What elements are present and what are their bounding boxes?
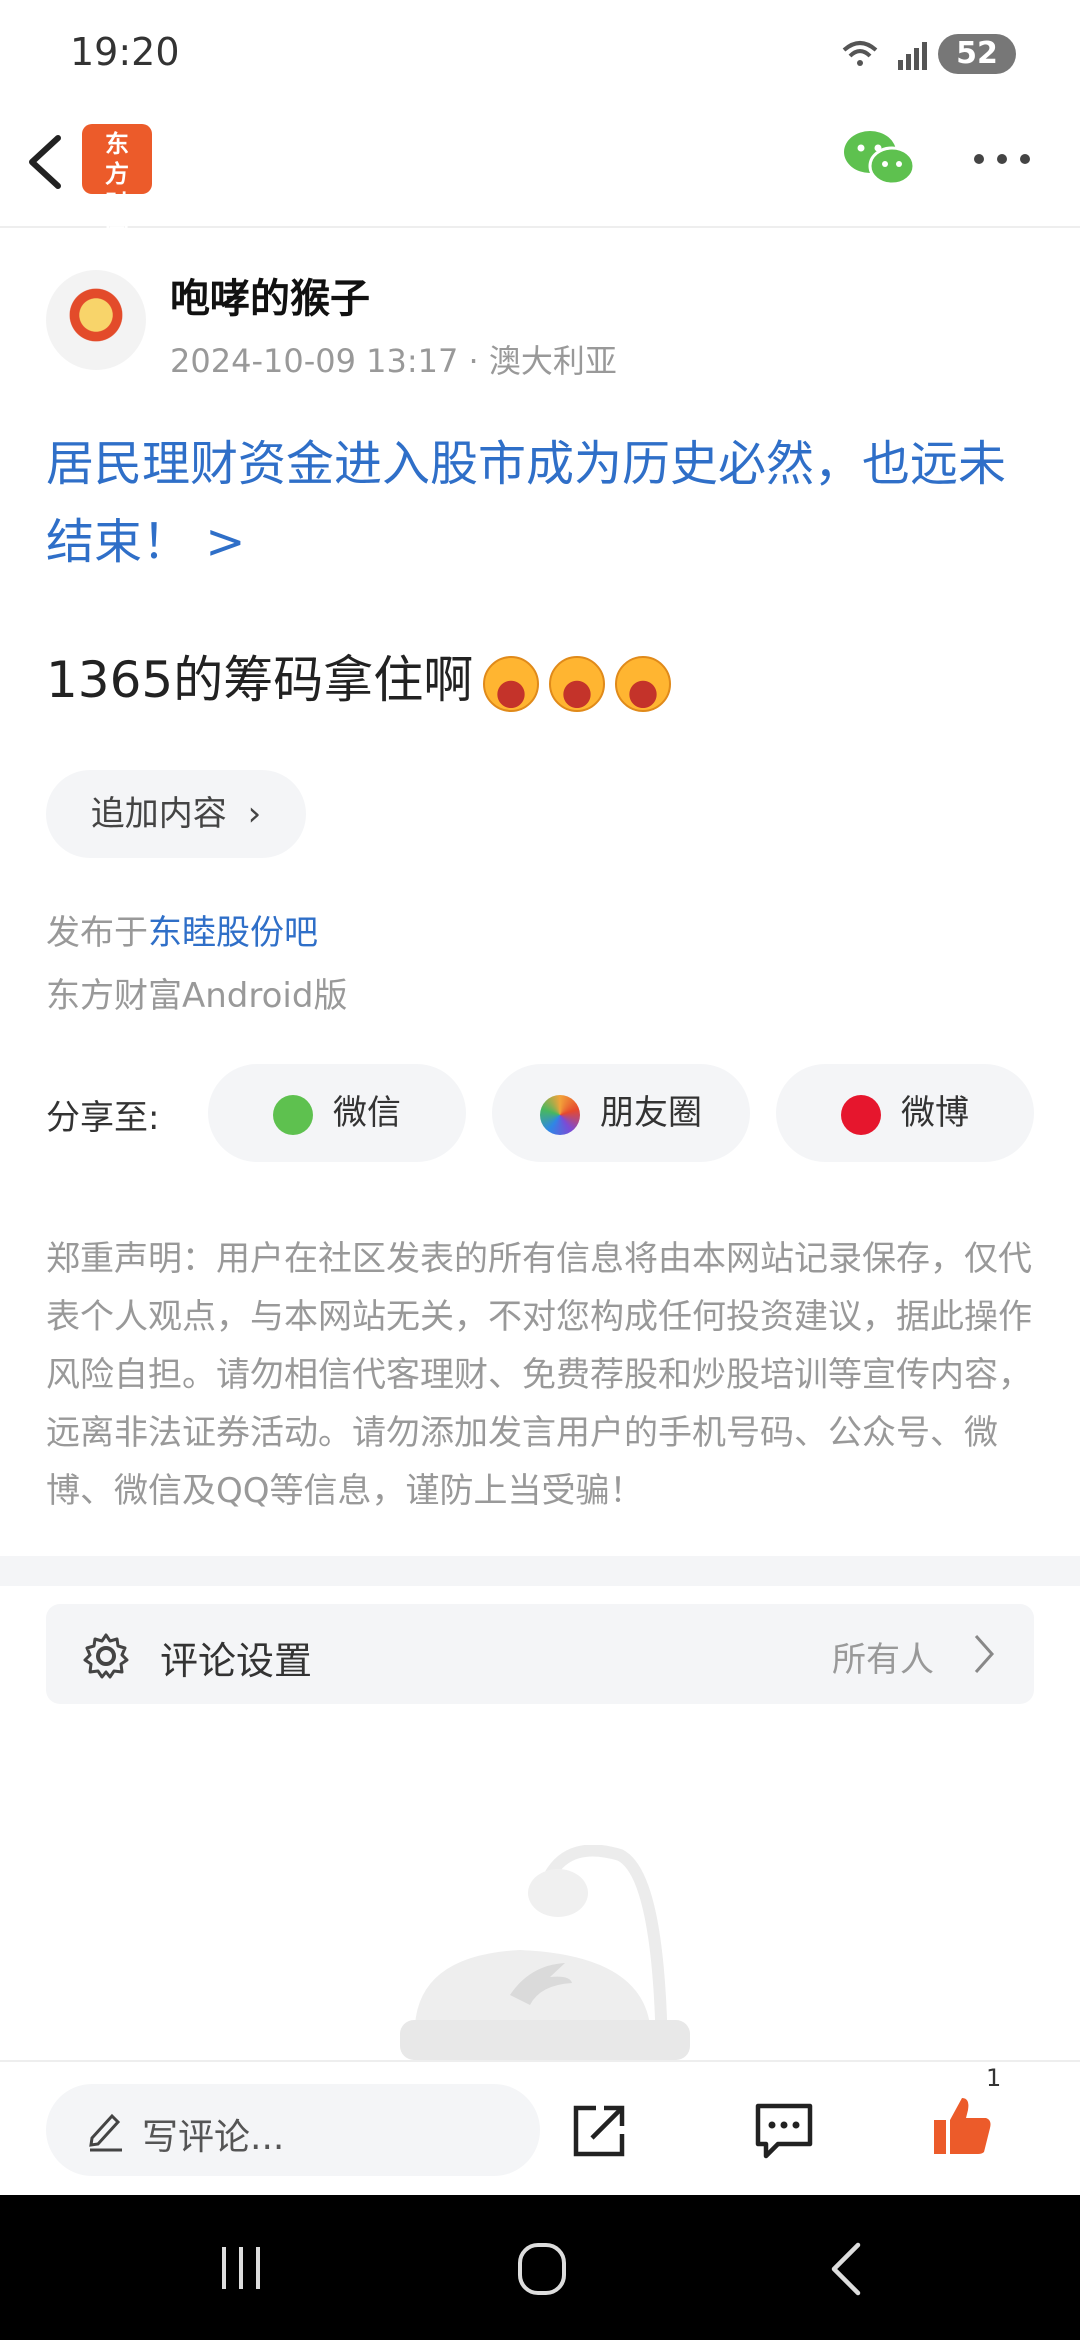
- back-icon[interactable]: [22, 132, 66, 192]
- share-weibo-label: 微博: [901, 1093, 969, 1133]
- comment-settings-value: 所有人: [832, 1640, 934, 1680]
- wechat-share-icon[interactable]: [842, 128, 916, 188]
- system-nav-bar: [0, 2195, 1080, 2340]
- recent-apps-icon[interactable]: [216, 2243, 266, 2293]
- platform-label: 东方财富Android版: [46, 976, 348, 1016]
- published-prefix: 发布于: [46, 913, 148, 953]
- section-divider: [0, 1556, 1080, 1586]
- weibo-icon: [841, 1094, 881, 1135]
- system-back-icon[interactable]: [826, 2241, 866, 2297]
- status-time: 19:20: [70, 30, 180, 74]
- author-name[interactable]: 咆哮的猴子: [170, 266, 370, 324]
- comment-input[interactable]: 写评论...: [46, 2084, 540, 2176]
- add-content-button[interactable]: 追加内容 ›: [46, 770, 306, 858]
- more-icon[interactable]: [972, 152, 1032, 166]
- like-count: 1: [986, 2064, 1002, 2092]
- add-content-label: 追加内容: [90, 794, 227, 834]
- published-in: 发布于东睦股份吧: [46, 905, 318, 954]
- laughing-emoji-icon: [483, 655, 540, 712]
- post-meta: 2024-10-09 13:17 · 澳大利亚: [170, 342, 617, 380]
- top-nav-bar: 东方财富: [0, 110, 1080, 248]
- forum-link[interactable]: 东睦股份吧: [148, 913, 318, 953]
- comment-icon[interactable]: [752, 2100, 816, 2160]
- app-logo: 东方财富: [82, 124, 152, 248]
- share-weibo-button[interactable]: 微博: [776, 1064, 1034, 1162]
- share-moments-button[interactable]: 朋友圈: [492, 1064, 750, 1162]
- battery-indicator: 52: [938, 34, 1016, 74]
- wechat-icon: [273, 1094, 313, 1135]
- bottom-action-bar: 写评论... 1: [0, 2060, 1080, 2197]
- home-icon[interactable]: [516, 2241, 568, 2297]
- post-body: 1365的筹码拿住啊: [46, 640, 672, 712]
- gear-icon: [83, 1633, 129, 1679]
- chevron-right-icon: ›: [247, 794, 262, 834]
- share-label: 分享至:: [46, 1098, 160, 1138]
- share-icon[interactable]: [570, 2102, 630, 2160]
- laughing-emoji-icon: [549, 655, 606, 712]
- share-wechat-button[interactable]: 微信: [208, 1064, 466, 1162]
- status-bar: 19:20 52: [0, 0, 1080, 110]
- signal-icon: [842, 41, 927, 70]
- post-body-text: 1365的筹码拿住啊: [46, 651, 474, 709]
- logo-text: 东方财富: [105, 130, 129, 248]
- comment-settings-row[interactable]: 评论设置 所有人: [46, 1604, 1034, 1704]
- share-wechat-label: 微信: [333, 1093, 401, 1133]
- thumbs-up-icon[interactable]: [930, 2094, 994, 2158]
- share-moments-label: 朋友圈: [600, 1093, 702, 1133]
- comment-settings-label: 评论设置: [160, 1639, 313, 1683]
- disclaimer-text: 郑重声明：用户在社区发表的所有信息将由本网站记录保存，仅代表个人观点，与本网站无…: [46, 1239, 1032, 1511]
- laughing-emoji-icon: [615, 655, 672, 712]
- post-title-link[interactable]: 居民理财资金进入股市成为历史必然，也远未结束！ >: [46, 425, 1046, 581]
- author-avatar[interactable]: [46, 270, 146, 370]
- empty-comments-illustration: [400, 1845, 690, 2060]
- chevron-right-icon: [974, 1635, 995, 1673]
- moments-icon: [540, 1094, 580, 1135]
- comment-placeholder: 写评论...: [142, 2117, 285, 2158]
- pencil-icon: [89, 2113, 122, 2152]
